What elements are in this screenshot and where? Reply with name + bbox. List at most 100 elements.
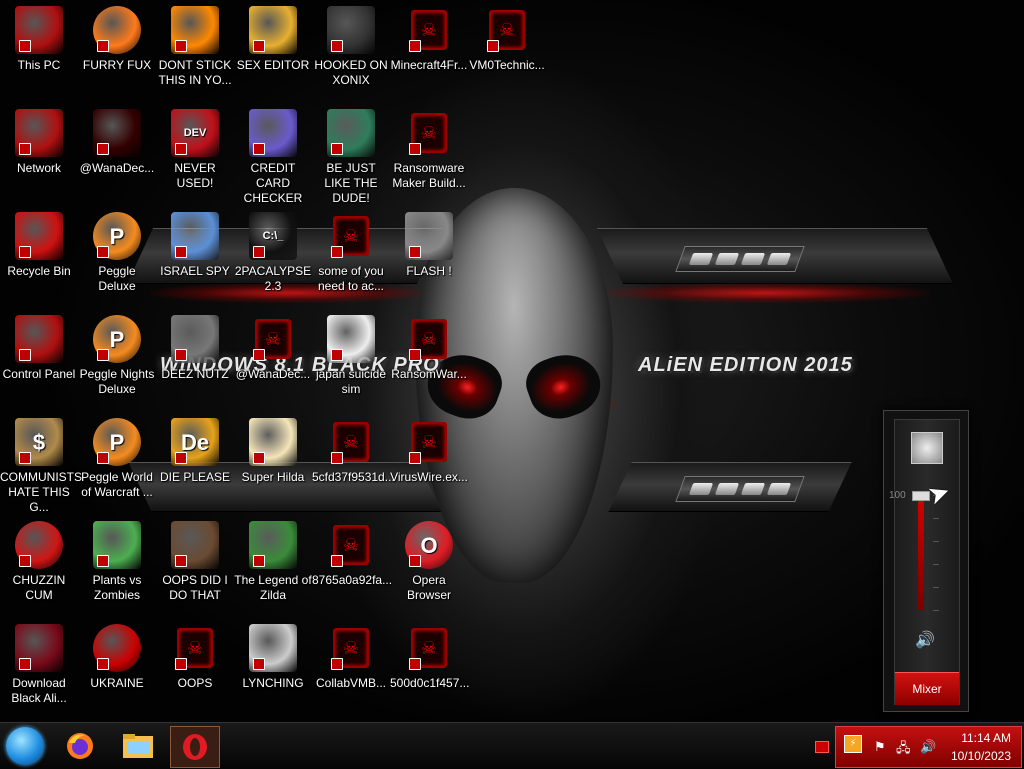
exe-icon: ☠ [405, 315, 453, 363]
volume-icon[interactable]: 🔊 [920, 739, 936, 755]
desktop-icon-label: 500d0c1f457... [390, 676, 470, 690]
action-center-flag-icon[interactable]: ⚑ [874, 739, 886, 755]
clock-date[interactable]: 10/10/2023 [951, 749, 1011, 763]
desktop-icon[interactable]: Recycle Bin [0, 212, 78, 279]
flash-icon [405, 212, 453, 260]
desktop-icon[interactable]: japan suicide sim [312, 315, 390, 397]
desktop-icon[interactable]: CHUZZIN CUM [0, 521, 78, 603]
shortcut-badge-icon [253, 349, 265, 361]
shortcut-badge-icon [409, 658, 421, 670]
volume-slider-track[interactable] [918, 495, 924, 610]
desktop-icon-label: VM0Technic... [469, 58, 545, 72]
desktop-icon[interactable]: SEX EDITOR [234, 6, 312, 73]
radiation-icon [93, 624, 141, 672]
desktop-icon[interactable]: ☠ VM0Technic... [468, 6, 546, 73]
desktop-icon[interactable]: ☠ 8765a0a92fa... [312, 521, 392, 588]
notification-flag-icon[interactable] [815, 741, 829, 753]
desktop-icon[interactable]: P Peggle Nights Deluxe [78, 315, 156, 397]
peggle-icon: P [93, 418, 141, 466]
exe-icon: ☠ [327, 212, 375, 260]
speaker-icon[interactable]: 🔊 [915, 630, 935, 650]
desktop-icon[interactable]: De DIE PLEASE [156, 418, 234, 485]
desktop-icon[interactable]: OOPS DID I DO THAT [156, 521, 234, 603]
desktop-icon[interactable]: Download Black Ali... [0, 624, 78, 706]
taskbar-firefox-button[interactable] [56, 726, 104, 766]
desktop-icon[interactable]: This PC [0, 6, 78, 73]
desktop-icon[interactable]: FURRY FUX [78, 6, 156, 73]
wanadecryptor-icon [93, 109, 141, 157]
shortcut-badge-icon [253, 452, 265, 464]
shortcut-badge-icon [331, 555, 343, 567]
desktop-icon[interactable]: ☠ RansomWar... [390, 315, 468, 382]
desktop-icon[interactable]: ☠ some of you need to ac... [312, 212, 390, 294]
mixer-button[interactable]: Mixer [895, 672, 959, 705]
desktop-icon-label: Peggle Nights Deluxe [79, 367, 155, 396]
desktop-icon[interactable]: Plants vs Zombies [78, 521, 156, 603]
desktop-icon[interactable]: ☠ CollabVMB... [312, 624, 390, 691]
dude-icon [327, 109, 375, 157]
desktop-icon[interactable]: Super Hilda [234, 418, 312, 485]
portrait-icon [171, 521, 219, 569]
pixel-sprite-icon [249, 418, 297, 466]
desktop-icon[interactable]: CREDIT CARD CHECKER [234, 109, 312, 206]
shortcut-badge-icon [97, 40, 109, 52]
desktop-icon-label: 5cfd37f9531d... [312, 470, 395, 484]
desktop-icon[interactable]: DEEZ NUTZ [156, 315, 234, 382]
wallpaper-grill [675, 246, 805, 272]
desktop-icon[interactable]: DEV NEVER USED! [156, 109, 234, 191]
desktop-icon[interactable]: P Peggle World of Warcraft ... [78, 418, 156, 500]
shortcut-badge-icon [97, 349, 109, 361]
taskbar: ⚡ ⚑ 🖧 🔊 11:14 AM 10/10/2023 [0, 722, 1024, 769]
taskbar-opera-button[interactable] [170, 726, 220, 768]
desktop-icon[interactable]: Network [0, 109, 78, 176]
xonix-game-icon [327, 6, 375, 54]
plant-icon [93, 521, 141, 569]
tray-app-icon[interactable]: ⚡ [844, 735, 862, 753]
desktop-icon[interactable]: HOOKED ON XONIX [312, 6, 390, 88]
desktop-icon[interactable]: DONT STICK THIS IN YO... [156, 6, 234, 88]
speaker-device-icon[interactable] [911, 432, 943, 464]
desktop-icon[interactable]: ☠ Ransomware Maker Build... [390, 109, 468, 191]
network-icon[interactable]: 🖧 [896, 739, 911, 761]
exe-icon: ☠ [405, 109, 453, 157]
exe-icon: ☠ [327, 418, 375, 466]
desktop-icon-label: Peggle Deluxe [98, 264, 136, 293]
desktop-icon-label: ISRAEL SPY [160, 264, 230, 278]
shortcut-badge-icon [19, 555, 31, 567]
desktop-icon[interactable]: FLASH ! [390, 212, 468, 279]
desktop-icon[interactable]: Control Panel [0, 315, 78, 382]
desktop-icon-label: CHUZZIN CUM [12, 573, 66, 602]
desktop-icon[interactable]: ☠ 5cfd37f9531d... [312, 418, 395, 485]
shortcut-badge-icon [331, 658, 343, 670]
noose-icon [249, 624, 297, 672]
desktop-icon[interactable]: ☠ Minecraft4Fr... [390, 6, 468, 73]
desktop-icon[interactable]: ☠ 500d0c1f457... [390, 624, 470, 691]
desktop-icon-label: LYNCHING [242, 676, 304, 690]
peggle-icon: P [93, 212, 141, 260]
shortcut-badge-icon [253, 143, 265, 155]
desktop-icon[interactable]: C:\_ 2PACALYPSE 2.3 [234, 212, 312, 294]
desktop-icon[interactable]: @WanaDec... [78, 109, 156, 176]
desktop-icon[interactable]: O Opera Browser [390, 521, 468, 603]
desktop-icon[interactable]: ISRAEL SPY [156, 212, 234, 279]
start-orb-icon[interactable] [6, 727, 44, 765]
desktop-icon[interactable]: $ COMMUNISTS HATE THIS G... [0, 418, 82, 515]
shortcut-badge-icon [97, 246, 109, 258]
desktop-icon[interactable]: UKRAINE [78, 624, 156, 691]
shortcut-badge-icon [409, 452, 421, 464]
exe-icon: ☠ [483, 6, 531, 54]
desktop-icon[interactable]: The Legend of Zilda [234, 521, 312, 603]
chuzzle-icon [15, 521, 63, 569]
desktop-icon-label: OOPS [177, 676, 213, 690]
desktop-icon[interactable]: P Peggle Deluxe [78, 212, 156, 294]
desktop-icon[interactable]: ☠ VirusWire.ex... [390, 418, 468, 485]
shortcut-badge-icon [175, 246, 187, 258]
desktop-icon[interactable]: ☠ @WanaDec... [234, 315, 312, 382]
download-icon [15, 624, 63, 672]
desktop-icon[interactable]: BE JUST LIKE THE DUDE! [312, 109, 390, 206]
desktop-icon[interactable]: LYNCHING [234, 624, 312, 691]
desktop-icon[interactable]: ☠ OOPS [156, 624, 234, 691]
clock-time[interactable]: 11:14 AM [961, 731, 1011, 745]
taskbar-file-explorer-button[interactable] [114, 726, 162, 766]
desktop[interactable]: WiNDOWS 8.1 BLACK PRO ALiEN EDITION 2015… [0, 0, 1024, 722]
